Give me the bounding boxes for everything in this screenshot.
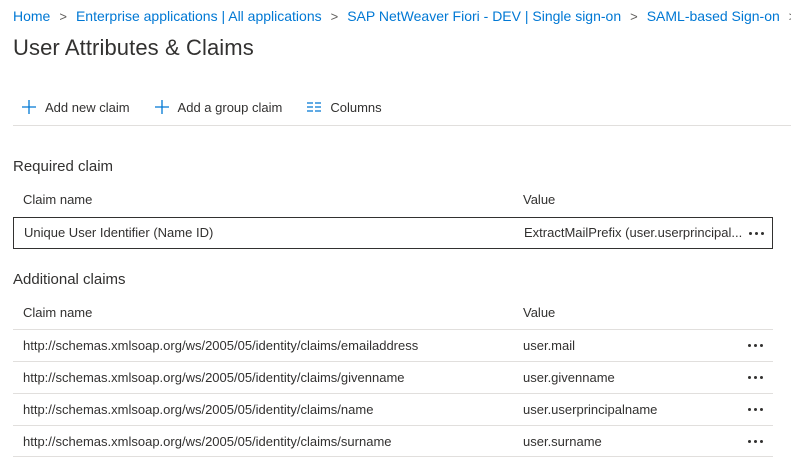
claim-name: Unique User Identifier (Name ID) xyxy=(24,225,214,240)
command-bar: Add new claim Add a group claim Columns xyxy=(13,95,791,126)
more-icon[interactable] xyxy=(743,426,767,456)
page-title: User Attributes & Claims xyxy=(13,35,254,60)
claim-value: ExtractMailPrefix (user.userprincipal... xyxy=(524,225,743,240)
add-group-claim-button[interactable]: Add a group claim xyxy=(146,95,283,119)
claim-name: http://schemas.xmlsoap.org/ws/2005/05/id… xyxy=(23,370,405,385)
required-col-value: Value xyxy=(523,192,556,207)
additional-claims-title: Additional claims xyxy=(13,271,126,288)
claim-value: user.surname xyxy=(523,434,602,449)
chevron-right-icon: > xyxy=(330,8,339,24)
table-row[interactable]: http://schemas.xmlsoap.org/ws/2005/05/id… xyxy=(13,361,773,393)
additional-col-claim-name: Claim name xyxy=(23,305,93,320)
table-row[interactable]: http://schemas.xmlsoap.org/ws/2005/05/id… xyxy=(13,425,773,457)
breadcrumb: Home > Enterprise applications | All app… xyxy=(13,8,791,24)
plus-icon xyxy=(21,99,37,115)
plus-icon xyxy=(154,99,170,115)
claim-name: http://schemas.xmlsoap.org/ws/2005/05/id… xyxy=(23,434,392,449)
chevron-right-icon: > xyxy=(630,8,638,24)
claim-value: user.givenname xyxy=(523,370,615,385)
breadcrumb-enterprise-applications[interactable]: Enterprise applications | All applicatio… xyxy=(76,8,322,24)
required-claim-title: Required claim xyxy=(13,158,114,175)
columns-button[interactable]: Columns xyxy=(298,95,382,119)
more-icon[interactable] xyxy=(743,330,767,360)
table-row[interactable]: http://schemas.xmlsoap.org/ws/2005/05/id… xyxy=(13,393,773,425)
table-row[interactable]: http://schemas.xmlsoap.org/ws/2005/05/id… xyxy=(13,329,773,361)
claim-value: user.mail xyxy=(523,338,576,353)
more-icon[interactable] xyxy=(743,362,767,392)
columns-label: Columns xyxy=(330,99,382,115)
chevron-right-icon: > xyxy=(59,8,67,24)
claim-value: user.userprincipalname xyxy=(523,402,658,417)
more-icon[interactable] xyxy=(744,218,768,248)
required-claim-row[interactable]: Unique User Identifier (Name ID) Extract… xyxy=(13,217,773,249)
more-icon[interactable] xyxy=(743,394,767,424)
claim-name: http://schemas.xmlsoap.org/ws/2005/05/id… xyxy=(23,402,374,417)
add-group-claim-label: Add a group claim xyxy=(177,99,283,115)
claim-name: http://schemas.xmlsoap.org/ws/2005/05/id… xyxy=(23,338,419,353)
additional-col-value: Value xyxy=(523,305,556,320)
columns-icon xyxy=(306,99,322,115)
add-new-claim-button[interactable]: Add new claim xyxy=(13,95,130,119)
breadcrumb-home[interactable]: Home xyxy=(13,8,50,24)
add-new-claim-label: Add new claim xyxy=(45,99,130,115)
breadcrumb-app-single-sign-on[interactable]: SAP NetWeaver Fiori - DEV | Single sign-… xyxy=(347,8,621,24)
breadcrumb-saml-sign-on[interactable]: SAML-based Sign-on xyxy=(647,8,780,24)
required-col-claim-name: Claim name xyxy=(23,192,93,207)
